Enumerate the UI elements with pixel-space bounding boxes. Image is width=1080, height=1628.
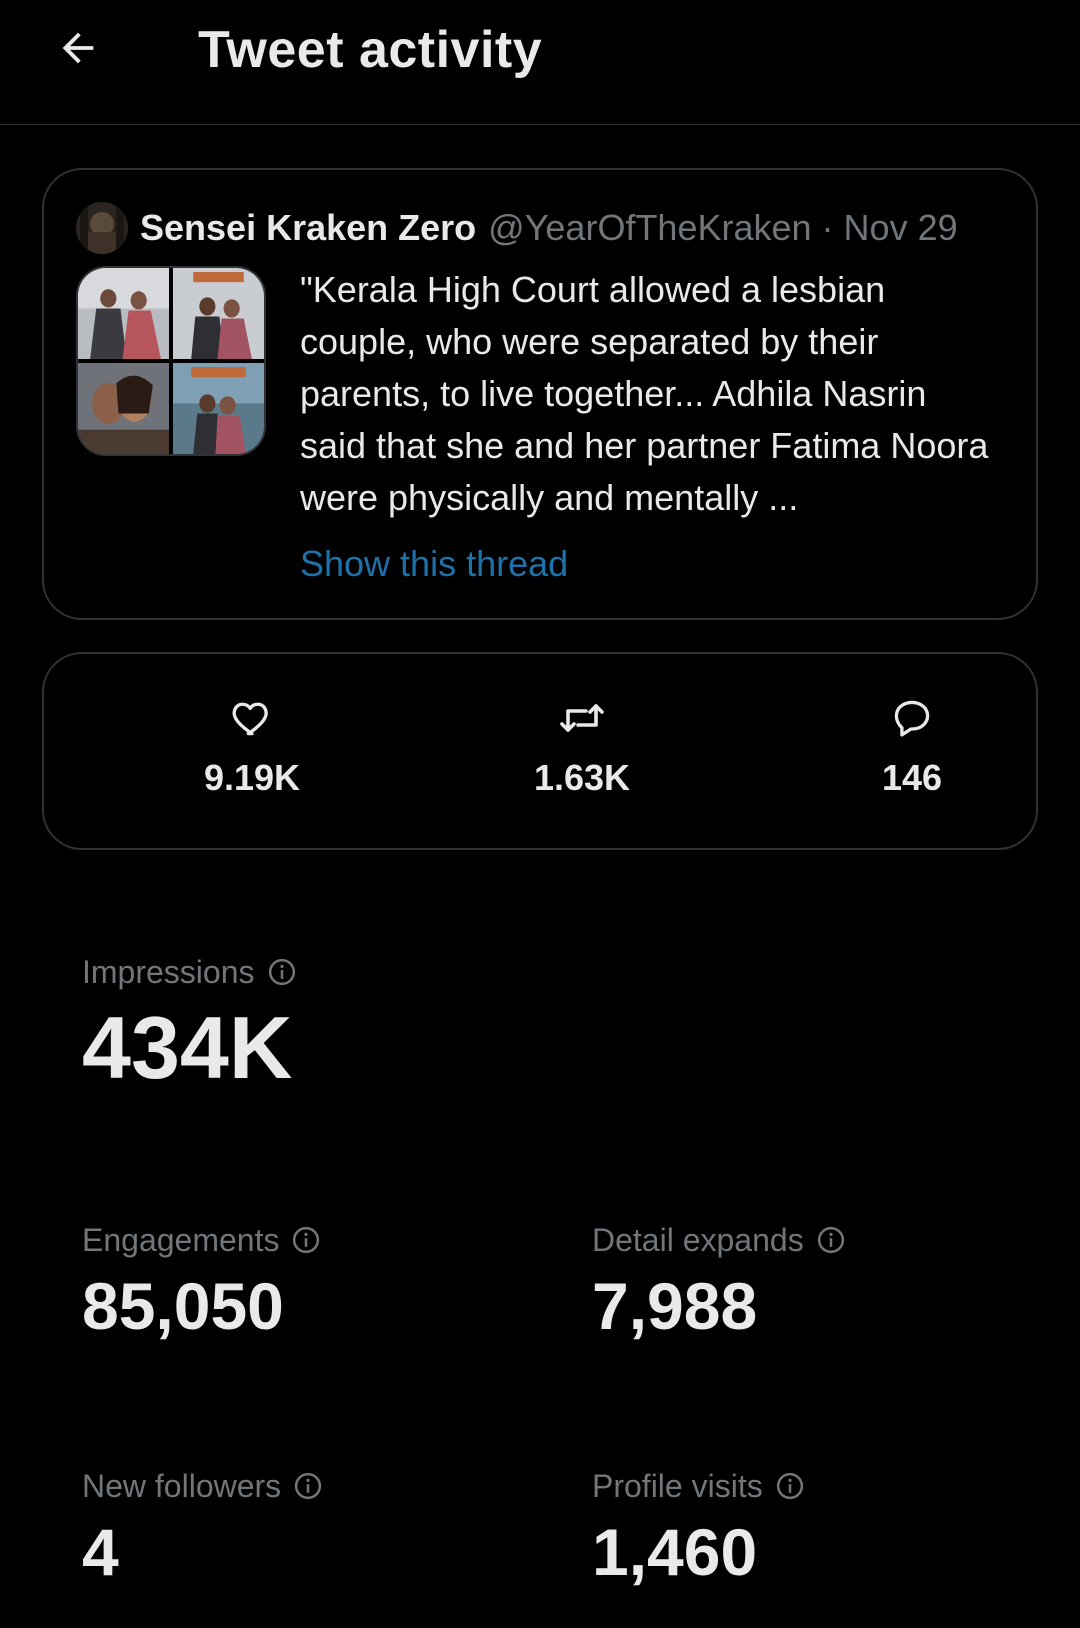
metric-label-row: Engagements [82, 1220, 321, 1260]
tweet-media-grid[interactable] [76, 266, 266, 456]
engagements-label: Engagements [82, 1222, 280, 1258]
media-thumbnail[interactable] [173, 268, 264, 359]
engagements-value: 85,050 [82, 1269, 284, 1343]
info-icon[interactable] [267, 957, 297, 987]
detail-expands-value: 7,988 [592, 1269, 758, 1343]
metric-profile-visits: Profile visits 1,460 [592, 1466, 805, 1592]
likes-stat: 9.19K [152, 694, 352, 800]
metric-label-row: Impressions [82, 952, 297, 992]
top-bar: Tweet activity [0, 0, 1080, 125]
info-icon[interactable] [291, 1225, 321, 1255]
replies-stat: 146 [812, 694, 1012, 800]
retweet-icon [558, 694, 606, 742]
new-followers-label: New followers [82, 1468, 282, 1504]
media-thumbnail[interactable] [173, 363, 264, 454]
tweet-date[interactable]: Nov 29 [844, 207, 958, 249]
new-followers-value: 4 [82, 1515, 119, 1589]
info-icon[interactable] [293, 1471, 323, 1501]
author-name[interactable]: Sensei Kraken Zero [140, 207, 476, 249]
media-thumbnail[interactable] [78, 268, 169, 359]
metric-label-row: New followers [82, 1466, 323, 1506]
back-button[interactable] [50, 22, 106, 78]
engagement-summary-card: 9.19K 1.63K 146 [42, 652, 1038, 850]
separator-dot: · [821, 207, 834, 248]
arrow-left-icon [55, 25, 101, 76]
replies-count: 146 [881, 757, 943, 798]
tweet-text[interactable]: "Kerala High Court allowed a lesbian cou… [300, 264, 1000, 524]
heart-icon [228, 694, 276, 742]
tweet-author-row: Sensei Kraken Zero @YearOfTheKraken · No… [76, 202, 958, 254]
avatar[interactable] [76, 202, 128, 254]
media-thumbnail[interactable] [78, 363, 169, 454]
retweets-count: 1.63K [533, 757, 631, 798]
author-handle[interactable]: @YearOfTheKraken [488, 207, 811, 249]
reply-bubble-icon [888, 694, 936, 742]
info-icon[interactable] [816, 1225, 846, 1255]
metric-engagements: Engagements 85,050 [82, 1220, 321, 1346]
metric-new-followers: New followers 4 [82, 1466, 323, 1592]
likes-count: 9.19K [203, 757, 301, 798]
info-icon[interactable] [775, 1471, 805, 1501]
profile-visits-value: 1,460 [592, 1515, 758, 1589]
page-title: Tweet activity [198, 21, 543, 79]
impressions-label: Impressions [82, 954, 255, 990]
metric-label-row: Detail expands [592, 1220, 846, 1260]
detail-expands-label: Detail expands [592, 1222, 804, 1258]
metric-label-row: Profile visits [592, 1466, 805, 1506]
retweets-stat: 1.63K [482, 694, 682, 800]
show-thread-link[interactable]: Show this thread [300, 538, 568, 590]
profile-visits-label: Profile visits [592, 1468, 763, 1504]
tweet-card[interactable]: Sensei Kraken Zero @YearOfTheKraken · No… [42, 168, 1038, 620]
metric-impressions: Impressions 434K [82, 952, 297, 1098]
impressions-value: 434K [82, 998, 293, 1097]
metric-detail-expands: Detail expands 7,988 [592, 1220, 846, 1346]
